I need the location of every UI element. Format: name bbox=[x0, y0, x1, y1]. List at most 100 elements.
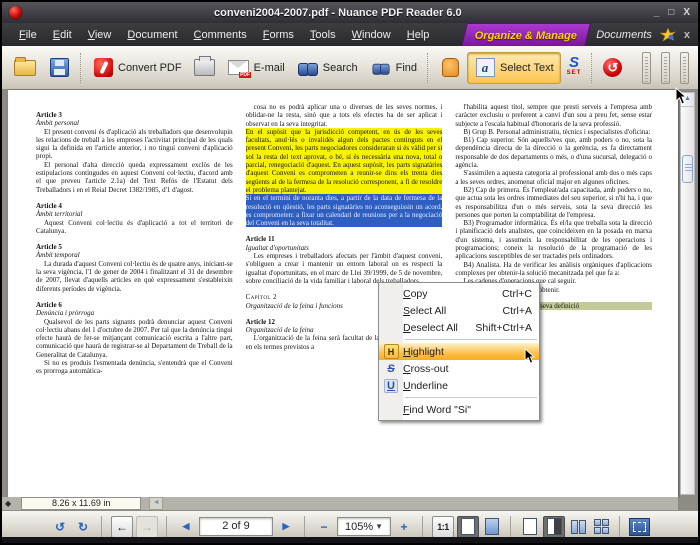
zoom-in-button[interactable]: + bbox=[394, 517, 414, 537]
open-button[interactable] bbox=[8, 53, 42, 83]
context-menu-item-copy[interactable]: CopyCtrl+C bbox=[379, 285, 539, 302]
search-binoculars-icon bbox=[297, 57, 319, 79]
full-screen-button[interactable] bbox=[629, 517, 650, 537]
fit-page-button[interactable] bbox=[457, 516, 479, 538]
printer-icon bbox=[194, 57, 216, 79]
email-icon bbox=[228, 57, 250, 79]
context-menu-item-find-word-si[interactable]: Find Word "Si" bbox=[379, 401, 539, 418]
actual-size-button[interactable]: 1:1 bbox=[432, 516, 454, 538]
zoom-in-icon: + bbox=[400, 520, 407, 534]
menu-item-shortcut: Ctrl+A bbox=[503, 305, 532, 317]
select-text-button[interactable]: a Select Text bbox=[467, 52, 561, 84]
print-button[interactable] bbox=[188, 53, 222, 83]
four-pages-button[interactable] bbox=[591, 517, 611, 537]
horizontal-scroll-row: ◆ 8.26 x 11.69 in ◄ bbox=[2, 497, 678, 510]
find-icon bbox=[370, 57, 392, 79]
context-menu-item-select-all[interactable]: Select AllCtrl+A bbox=[379, 302, 539, 319]
hand-tool-button[interactable] bbox=[433, 53, 467, 83]
menu-item-label: Find Word "Si" bbox=[403, 404, 471, 416]
doc-text: Article 6 bbox=[36, 301, 233, 309]
previous-view-button[interactable]: ← bbox=[111, 516, 133, 538]
previous-page-icon: ◀ bbox=[183, 521, 190, 532]
rotate-left-button[interactable]: ↺ bbox=[50, 517, 70, 537]
doc-text: Article 3 bbox=[36, 111, 233, 119]
doc-text: Àmbit temporal bbox=[36, 251, 233, 259]
panel-close-icon[interactable]: x bbox=[684, 29, 690, 41]
minimize-button[interactable]: _ bbox=[654, 7, 660, 18]
convert-pdf-button[interactable]: Convert PDF bbox=[86, 53, 188, 83]
doc-text: B) Grup B. Personal administratiu, tècni… bbox=[455, 128, 652, 136]
maximize-button[interactable]: □ bbox=[668, 7, 674, 18]
underline-icon: U bbox=[384, 379, 398, 393]
forward-arrow-icon: → bbox=[141, 520, 153, 534]
menu-comments[interactable]: Comments bbox=[187, 26, 254, 44]
toolbar-separator bbox=[427, 53, 429, 83]
doc-text: Article 11 bbox=[246, 235, 443, 243]
menu-view[interactable]: View bbox=[81, 26, 119, 44]
page-number-input[interactable]: 2 of 9 bbox=[199, 517, 273, 536]
menu-window[interactable]: Window bbox=[345, 26, 398, 44]
previous-page-button[interactable]: ◀ bbox=[176, 517, 196, 537]
search-button[interactable]: Search bbox=[291, 53, 364, 83]
continuous-page-button[interactable] bbox=[543, 516, 565, 538]
collapsed-toolbar-handle[interactable] bbox=[661, 52, 670, 84]
zoom-out-icon: − bbox=[320, 520, 327, 534]
context-menu-item-deselect-all[interactable]: Deselect All Shift+Ctrl+A bbox=[379, 319, 539, 336]
menu-file[interactable]: File bbox=[12, 26, 44, 44]
window-title: conveni2004-2007.pdf - Nuance PDF Reader… bbox=[22, 7, 654, 19]
save-button[interactable] bbox=[42, 53, 76, 83]
set-icon: SSET bbox=[567, 58, 582, 78]
single-page-button[interactable] bbox=[520, 517, 540, 537]
window-footer bbox=[2, 537, 698, 543]
pdf-page[interactable]: Article 3Àmbit personalEl present conven… bbox=[8, 90, 678, 497]
zoom-level-select[interactable]: 105% ▼ bbox=[337, 517, 391, 536]
highlight-icon: H bbox=[384, 344, 399, 359]
email-button[interactable]: E-mail bbox=[222, 53, 291, 83]
pan-diamond-icon: ◆ bbox=[5, 499, 11, 508]
menu-help[interactable]: Help bbox=[400, 26, 437, 44]
menu-tools[interactable]: Tools bbox=[303, 26, 343, 44]
rotate-right-button[interactable]: ↻ bbox=[73, 517, 93, 537]
menu-item-label: Deselect All bbox=[403, 322, 458, 334]
selected-text[interactable]: Si en el termini de noranta dies, a part… bbox=[246, 194, 443, 227]
set-tool-button[interactable]: SSET bbox=[561, 54, 588, 82]
menu-document[interactable]: Document bbox=[120, 26, 184, 44]
doc-text: Aquest Conveni col·lectiu és d'aplicació… bbox=[36, 219, 233, 236]
fit-width-button[interactable] bbox=[482, 517, 502, 537]
rotate-right-icon: ↻ bbox=[78, 520, 88, 534]
full-screen-icon bbox=[629, 518, 650, 536]
doc-text: B2) Cap de primera. És l'empleat/ada cap… bbox=[455, 186, 652, 219]
fit-page-icon bbox=[461, 518, 475, 535]
vertical-scrollbar[interactable]: ▲ bbox=[680, 92, 695, 495]
menu-forms[interactable]: Forms bbox=[256, 26, 301, 44]
find-button[interactable]: Find bbox=[364, 53, 423, 83]
undo-button[interactable]: ↺ bbox=[597, 54, 628, 81]
context-menu-item-underline[interactable]: UUnderline bbox=[379, 377, 539, 394]
toolbar-separator bbox=[591, 53, 593, 83]
context-menu-item-highlight[interactable]: H Highlight bbox=[379, 343, 539, 360]
menu-edit[interactable]: Edit bbox=[46, 26, 79, 44]
zoom-out-button[interactable]: − bbox=[314, 517, 334, 537]
doc-text: Denúncia i pròrroga bbox=[36, 309, 233, 317]
next-view-button[interactable]: → bbox=[136, 516, 158, 538]
scrollbar-thumb[interactable] bbox=[682, 155, 693, 183]
toolbar-separator bbox=[80, 53, 82, 83]
organize-manage-tab[interactable]: Organize & Manage bbox=[461, 23, 591, 47]
menu-item-label: Highlight bbox=[403, 346, 444, 358]
collapsed-toolbar-handle[interactable] bbox=[680, 52, 689, 84]
page-size-indicator: 8.26 x 11.69 in bbox=[21, 497, 141, 510]
assistant-icon[interactable] bbox=[660, 28, 676, 42]
doc-text: Article 5 bbox=[36, 243, 233, 251]
menu-item-shortcut: Shift+Ctrl+A bbox=[475, 322, 532, 334]
documents-tab[interactable]: Documents bbox=[596, 29, 652, 41]
facing-pages-button[interactable] bbox=[568, 517, 588, 537]
menu-item-label: Copy bbox=[403, 288, 428, 300]
close-button[interactable]: X bbox=[683, 7, 690, 18]
scroll-left-icon[interactable]: ◄ bbox=[149, 497, 163, 510]
doc-text: S'assimilen a aquesta categoria al profe… bbox=[455, 169, 652, 186]
context-menu-item-cross-out[interactable]: SCross-out bbox=[379, 360, 539, 377]
next-page-button[interactable]: ▶ bbox=[276, 517, 296, 537]
menu-bar: FileEditViewDocumentCommentsFormsToolsWi… bbox=[2, 23, 698, 47]
collapsed-toolbar-handle[interactable] bbox=[642, 52, 651, 84]
doc-text: Àmbit territorial bbox=[36, 210, 233, 218]
